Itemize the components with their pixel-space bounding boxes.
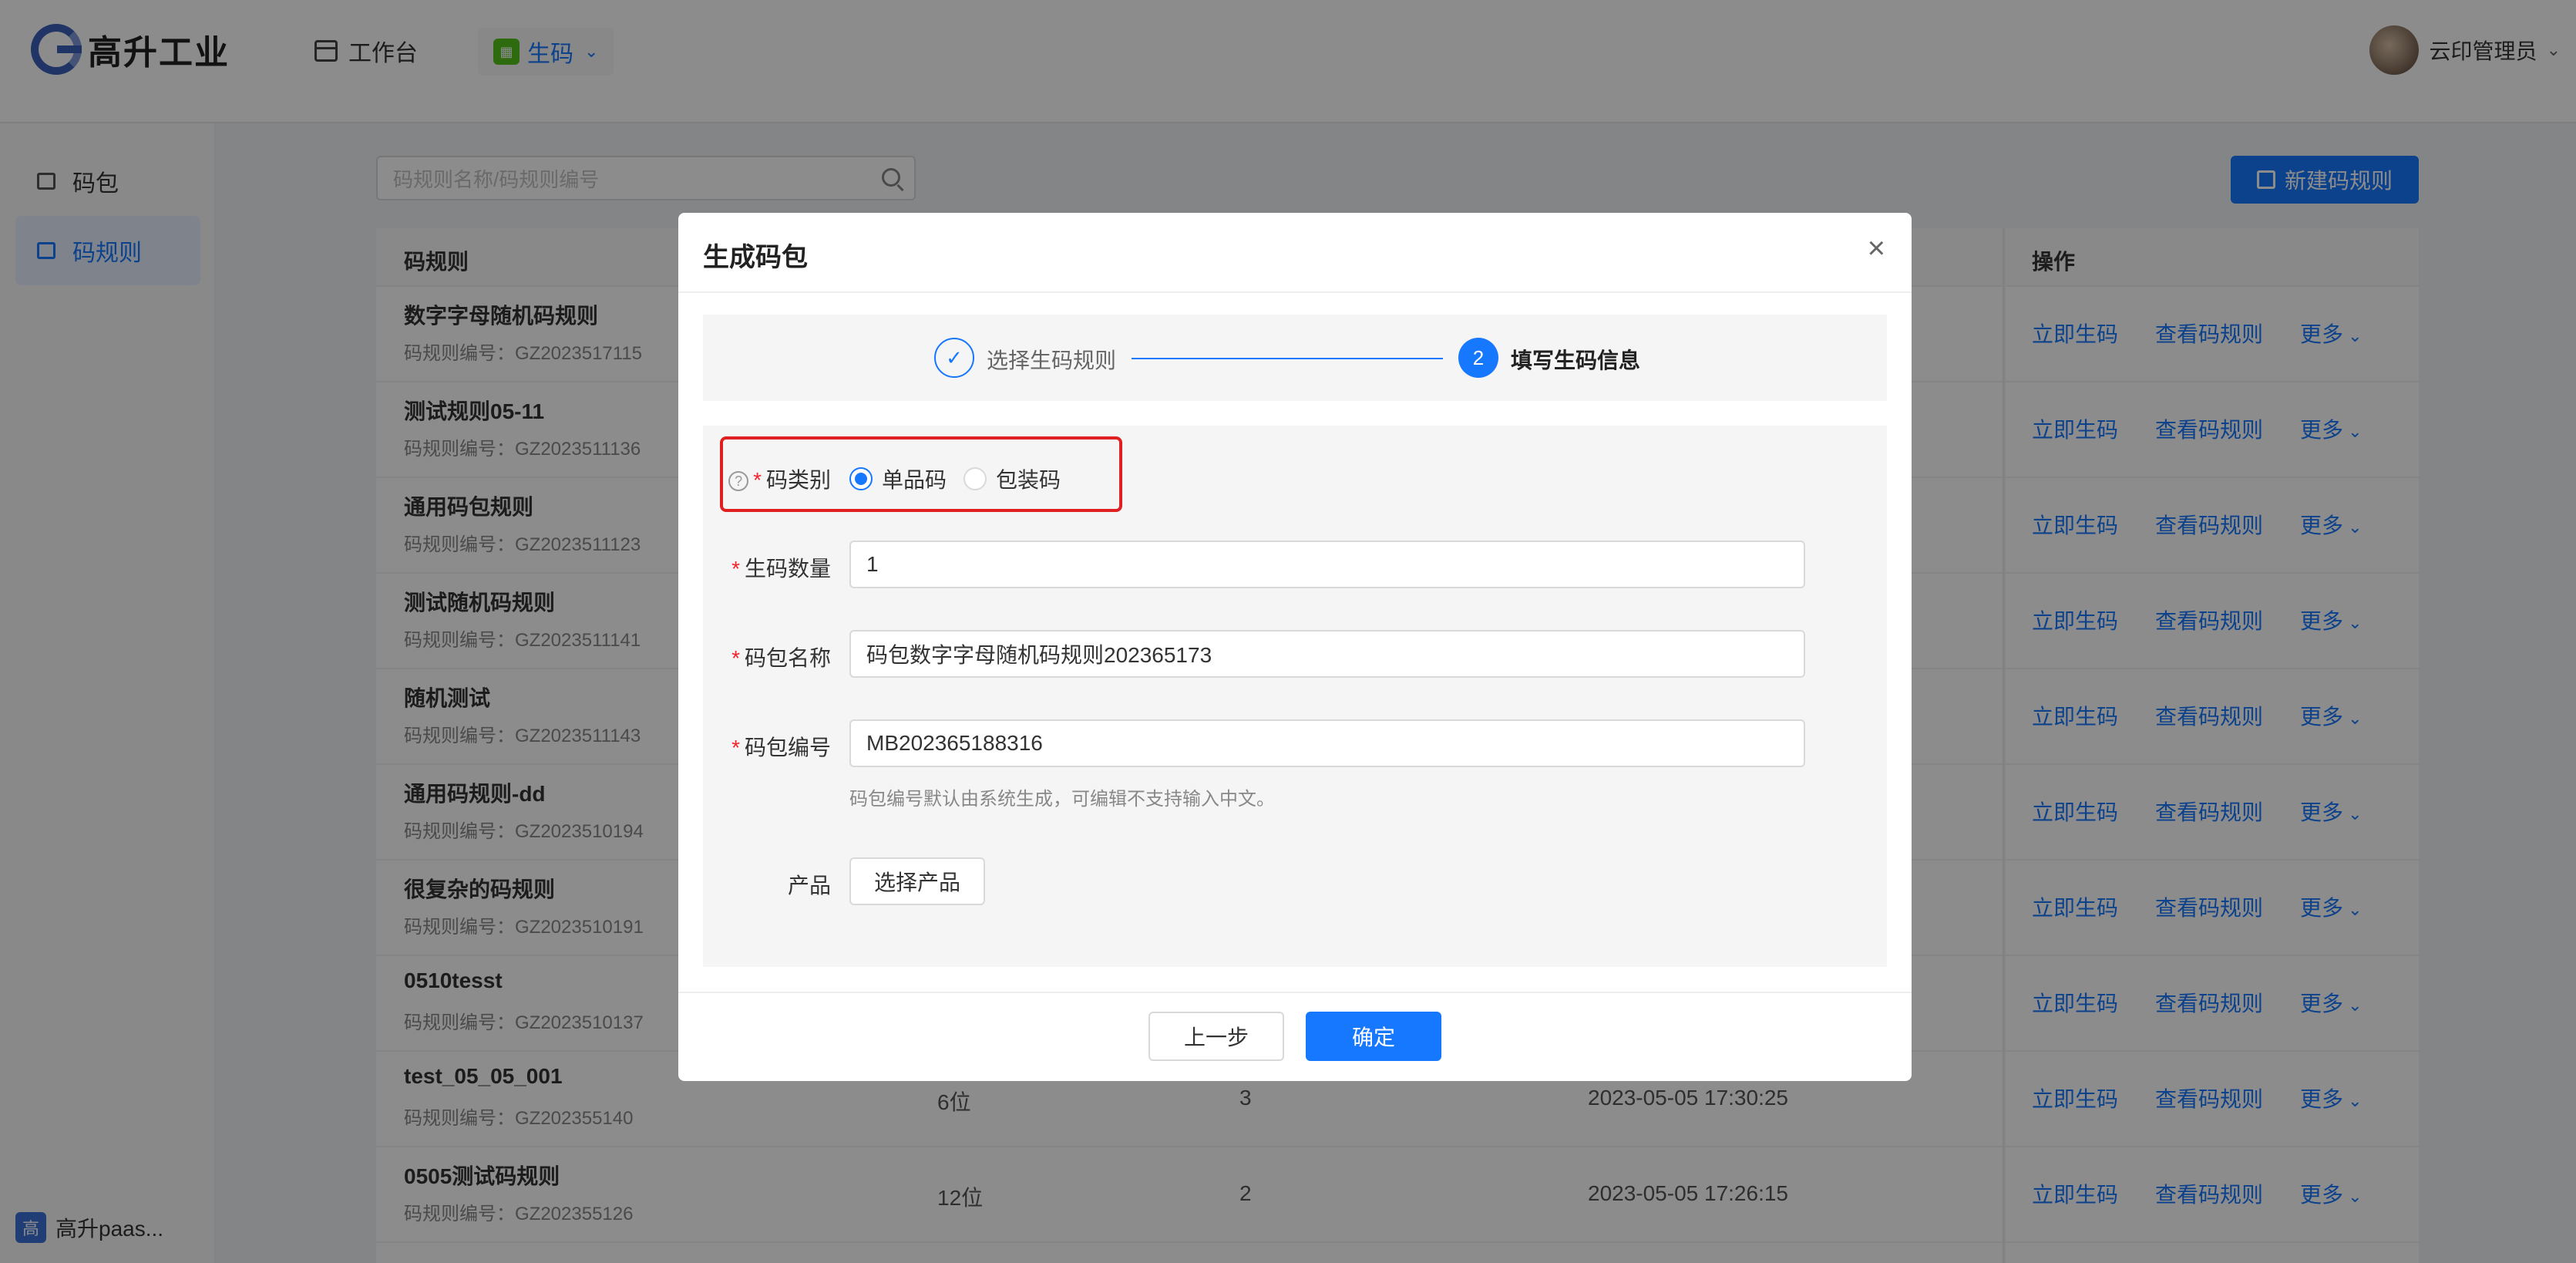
previous-step-button[interactable]: 上一步: [1148, 1012, 1284, 1061]
modal-title: 生成码包: [703, 243, 808, 272]
radio-single-item-code[interactable]: 单品码: [849, 463, 947, 494]
pack-number-hint: 码包编号默认由系统生成，可编辑不支持输入中文。: [849, 789, 1275, 810]
steps: ✓ 选择生码规则 2 填写生码信息: [703, 315, 1887, 401]
modal-footer: 上一步 确定: [678, 992, 1912, 1081]
step-connector: [1132, 358, 1443, 359]
radio-unchecked-icon: [963, 467, 987, 490]
pack-number-input[interactable]: MB202365188316: [849, 719, 1805, 767]
pack-name-input[interactable]: 码包数字字母随机码规则202365173: [849, 630, 1805, 678]
select-product-button[interactable]: 选择产品: [849, 857, 985, 905]
pack-number-label: * 码包编号: [731, 736, 831, 759]
quantity-value: 1: [866, 552, 879, 576]
radio-label: 单品码: [882, 468, 947, 492]
step-2-number: 2: [1458, 338, 1498, 378]
quantity-label: * 生码数量: [731, 557, 831, 581]
pack-number-value: MB202365188316: [866, 731, 1043, 755]
required-mark: *: [731, 736, 740, 759]
required-mark: *: [731, 646, 740, 670]
product-label: 产品: [787, 874, 831, 898]
step-1-label: 选择生码规则: [987, 349, 1117, 372]
help-icon[interactable]: ?: [728, 471, 749, 491]
required-mark: *: [731, 557, 740, 581]
pack-name-label: * 码包名称: [731, 646, 831, 670]
required-mark: *: [753, 468, 762, 492]
close-icon[interactable]: ×: [1868, 233, 1885, 264]
step-2-label: 填写生码信息: [1511, 349, 1641, 372]
pack-name-value: 码包数字字母随机码规则202365173: [866, 643, 1212, 667]
quantity-input[interactable]: 1: [849, 541, 1805, 588]
radio-checked-icon: [849, 467, 873, 490]
step-1-check-icon: ✓: [934, 338, 974, 378]
code-type-label: ? * 码类别: [692, 463, 831, 494]
confirm-button[interactable]: 确定: [1306, 1012, 1441, 1061]
radio-package-code[interactable]: 包装码: [963, 463, 1061, 494]
radio-label: 包装码: [996, 468, 1061, 492]
modal-header: 生成码包 ×: [678, 213, 1912, 293]
